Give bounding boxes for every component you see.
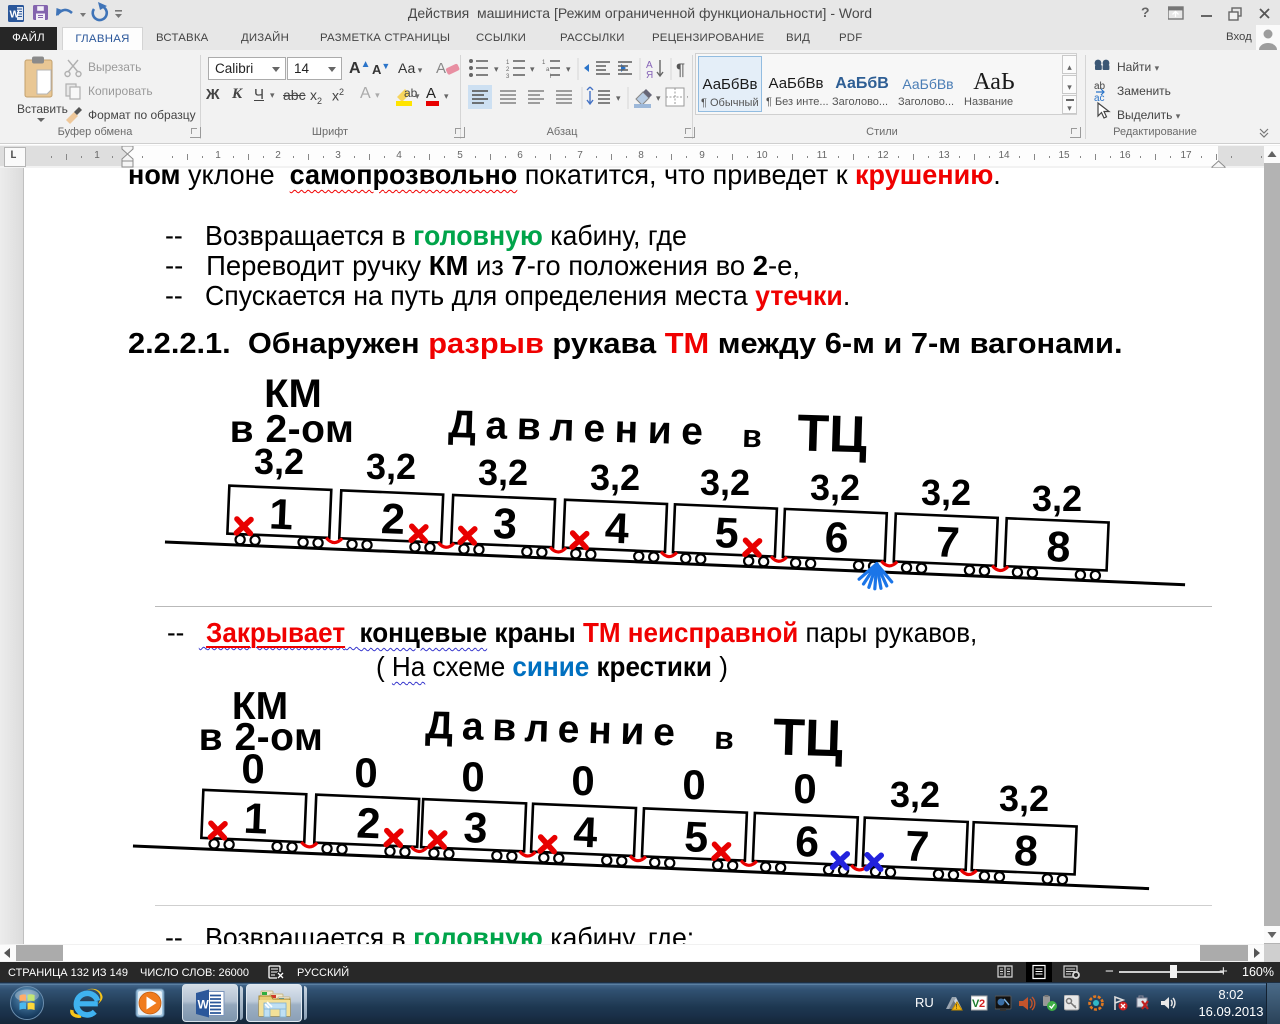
svg-text:3: 3 (463, 804, 489, 853)
svg-text:0: 0 (241, 745, 264, 792)
svg-text:2: 2 (979, 998, 985, 1010)
svg-text:3,2: 3,2 (890, 774, 940, 815)
svg-text:7: 7 (904, 822, 930, 871)
svg-text:0: 0 (571, 757, 594, 804)
svg-text:0: 0 (461, 753, 484, 800)
svg-text:6: 6 (794, 818, 820, 867)
svg-text:!: ! (956, 1004, 958, 1011)
svg-text:4: 4 (572, 808, 598, 857)
svg-text:3,2: 3,2 (999, 778, 1049, 819)
svg-text:5: 5 (683, 813, 709, 862)
svg-text:в: в (714, 720, 735, 757)
svg-text:0: 0 (354, 749, 377, 796)
svg-text:W: W (198, 998, 210, 1012)
svg-text:1: 1 (243, 795, 269, 844)
svg-text:0: 0 (682, 761, 705, 808)
svg-text:2: 2 (356, 799, 382, 848)
svg-text:ТЦ: ТЦ (772, 708, 843, 768)
svg-text:Давление: Давление (425, 704, 685, 755)
svg-text:0: 0 (793, 765, 816, 812)
svg-text:8: 8 (1013, 827, 1039, 876)
